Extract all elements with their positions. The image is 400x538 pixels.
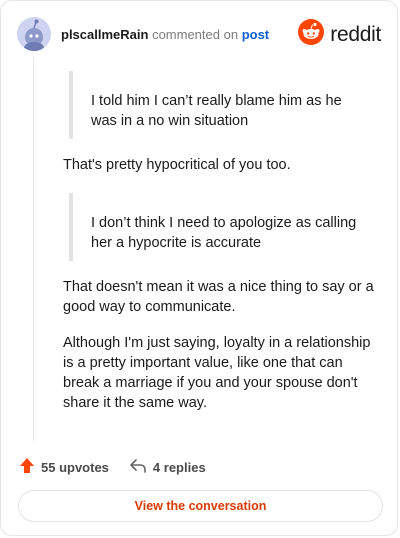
reddit-brand[interactable]: reddit [298,19,381,50]
view-conversation-button[interactable]: View the conversation [18,490,383,522]
upvote-arrow-icon [19,457,35,477]
quote-block-2: I don’t think I need to apologize as cal… [69,193,369,261]
reddit-wordmark: reddit [330,22,381,46]
comment-header: plscallmeRain commented on post reddit [17,17,381,51]
username-link[interactable]: plscallmeRain [61,27,148,42]
reply-arrow-icon [129,458,147,477]
thread-line [33,57,34,441]
comment-paragraph-3: Although I'm just saying, loyalty in a r… [63,335,371,411]
reply-count: 4 replies [152,459,206,475]
reddit-logo-icon [298,19,325,50]
comment-paragraph-2: That doesn't mean it was a nice thing to… [63,279,374,315]
snoo-avatar-icon[interactable] [17,17,51,51]
quote-text-2: I don’t think I need to apologize as cal… [91,215,357,251]
quote-text-1: I told him I can’t really blame him as h… [91,93,342,129]
comment-footer: 55 upvotes 4 replies [19,457,206,477]
comment-card: plscallmeRain commented on post reddit I… [0,0,398,536]
action-text: commented on [152,26,239,42]
byline: plscallmeRain commented on post [61,27,269,42]
comment-paragraph-1: That's pretty hypocritical of you too. [63,157,291,173]
post-link[interactable]: post [242,27,269,42]
upvote-count: 55 upvotes [41,459,109,475]
replies-button[interactable]: 4 replies [129,458,206,477]
upvote-button[interactable]: 55 upvotes [19,457,109,477]
quote-block-1: I told him I can’t really blame him as h… [69,71,369,139]
